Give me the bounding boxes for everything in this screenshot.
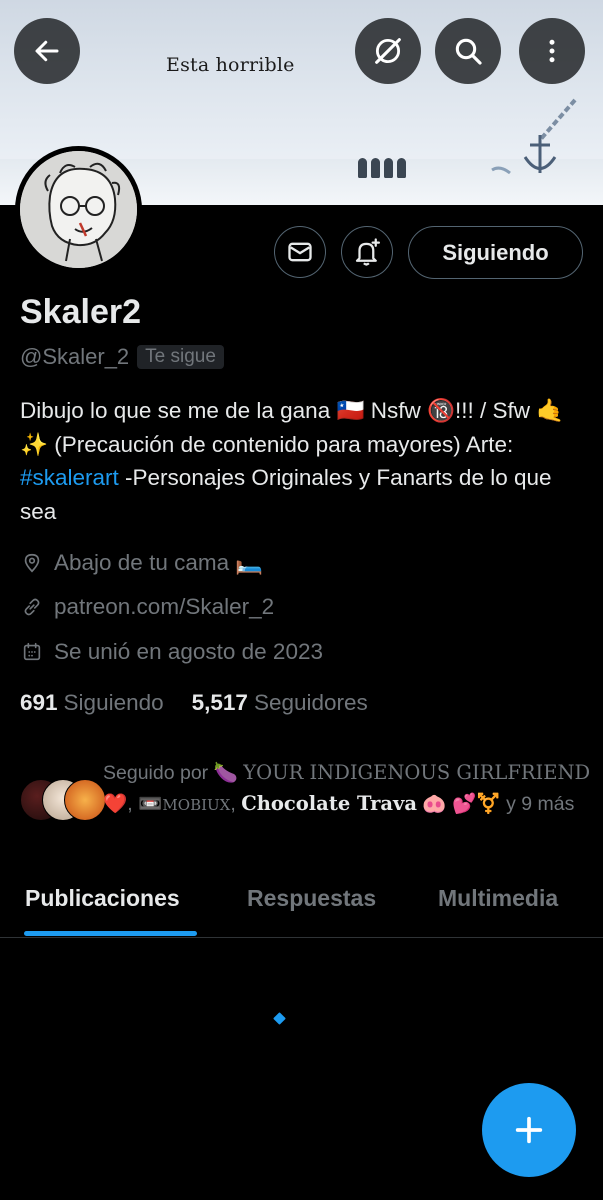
follower-name: YOUR INDIGENOUS GIRLFRIEND <box>243 761 591 784</box>
message-button[interactable] <box>274 226 326 278</box>
search-button[interactable] <box>435 18 501 84</box>
tab-multimedia[interactable]: Multimedia <box>438 885 558 912</box>
avatar <box>64 779 106 821</box>
website-link[interactable]: patreon.com/Skaler_2 <box>54 594 274 620</box>
profile-bio: Dibujo lo que se me de la gana 🇨🇱 Nsfw 🔞… <box>20 394 585 528</box>
location-pin-icon <box>20 551 44 575</box>
more-vertical-icon <box>549 39 555 63</box>
followed-by-avatars[interactable] <box>20 779 106 821</box>
loading-indicator <box>273 1012 286 1025</box>
bio-hashtag-link[interactable]: #skalerart <box>20 465 119 490</box>
compose-button[interactable] <box>482 1083 576 1177</box>
active-tab-indicator <box>24 931 197 936</box>
envelope-icon <box>288 242 312 262</box>
following-button[interactable]: Siguiendo <box>408 226 583 279</box>
bell-plus-icon <box>355 238 380 266</box>
profile-page: Esta horrible Siguiendo Skaler2 @Skaler_… <box>0 0 603 1200</box>
followers-stat[interactable]: 5,517 Seguidores <box>192 690 368 716</box>
followed-by-text[interactable]: Seguido por 🍆 YOUR INDIGENOUS GIRLFRIEND… <box>103 758 593 820</box>
follower-name: Chocolate Trava <box>241 791 417 815</box>
bio-text: Dibujo lo que se me de la gana 🇨🇱 Nsfw 🔞… <box>20 398 565 457</box>
following-count: 691 <box>20 690 58 715</box>
followed-by-separator: , <box>230 792 242 815</box>
plus-icon <box>515 1116 543 1144</box>
profile-tabs: Publicaciones Respuestas Multimedia <box>0 870 603 938</box>
followed-by-suffix: 🐽 💕⚧️ y 9 más <box>416 792 575 815</box>
grok-icon <box>375 38 401 64</box>
tab-publicaciones[interactable]: Publicaciones <box>25 885 180 912</box>
back-button[interactable] <box>14 18 80 84</box>
avatar-drawing <box>20 151 137 268</box>
location-text: Abajo de tu cama 🛏️ <box>54 550 264 575</box>
arrow-left-icon <box>35 40 59 62</box>
more-options-button[interactable] <box>519 18 585 84</box>
joined-text: Se unió en agosto de 2023 <box>54 639 323 664</box>
grok-button[interactable] <box>355 18 421 84</box>
profile-handle: @Skaler_2 <box>20 344 130 369</box>
followers-label: Seguidores <box>253 690 368 715</box>
handle-row: @Skaler_2 Te sigue <box>20 344 224 370</box>
location-row: Abajo de tu cama 🛏️ <box>20 550 263 576</box>
follows-you-badge: Te sigue <box>137 345 224 369</box>
joined-row: Se unió en agosto de 2023 <box>20 639 323 665</box>
banner-caption: Esta horrible <box>166 54 295 76</box>
followed-by-separator: ❤️, 📼 <box>103 792 163 815</box>
website-row: patreon.com/Skaler_2 <box>20 594 274 620</box>
search-icon <box>455 38 482 65</box>
follow-stats: 691 Siguiendo 5,517 Seguidores <box>20 690 368 716</box>
following-label: Siguiendo <box>63 690 164 715</box>
following-stat[interactable]: 691 Siguiendo <box>20 690 164 716</box>
notifications-button[interactable] <box>341 226 393 278</box>
avatar[interactable] <box>15 146 142 273</box>
followed-by-prefix: Seguido por 🍆 <box>103 762 244 784</box>
calendar-icon <box>20 640 44 664</box>
follower-name: MOBIUX <box>162 795 231 814</box>
link-icon <box>20 595 44 619</box>
tab-respuestas[interactable]: Respuestas <box>247 885 376 912</box>
banner-figures <box>358 158 410 182</box>
anchor-icon <box>491 98 577 175</box>
followers-count: 5,517 <box>191 690 248 715</box>
profile-name: Skaler2 <box>20 293 141 331</box>
